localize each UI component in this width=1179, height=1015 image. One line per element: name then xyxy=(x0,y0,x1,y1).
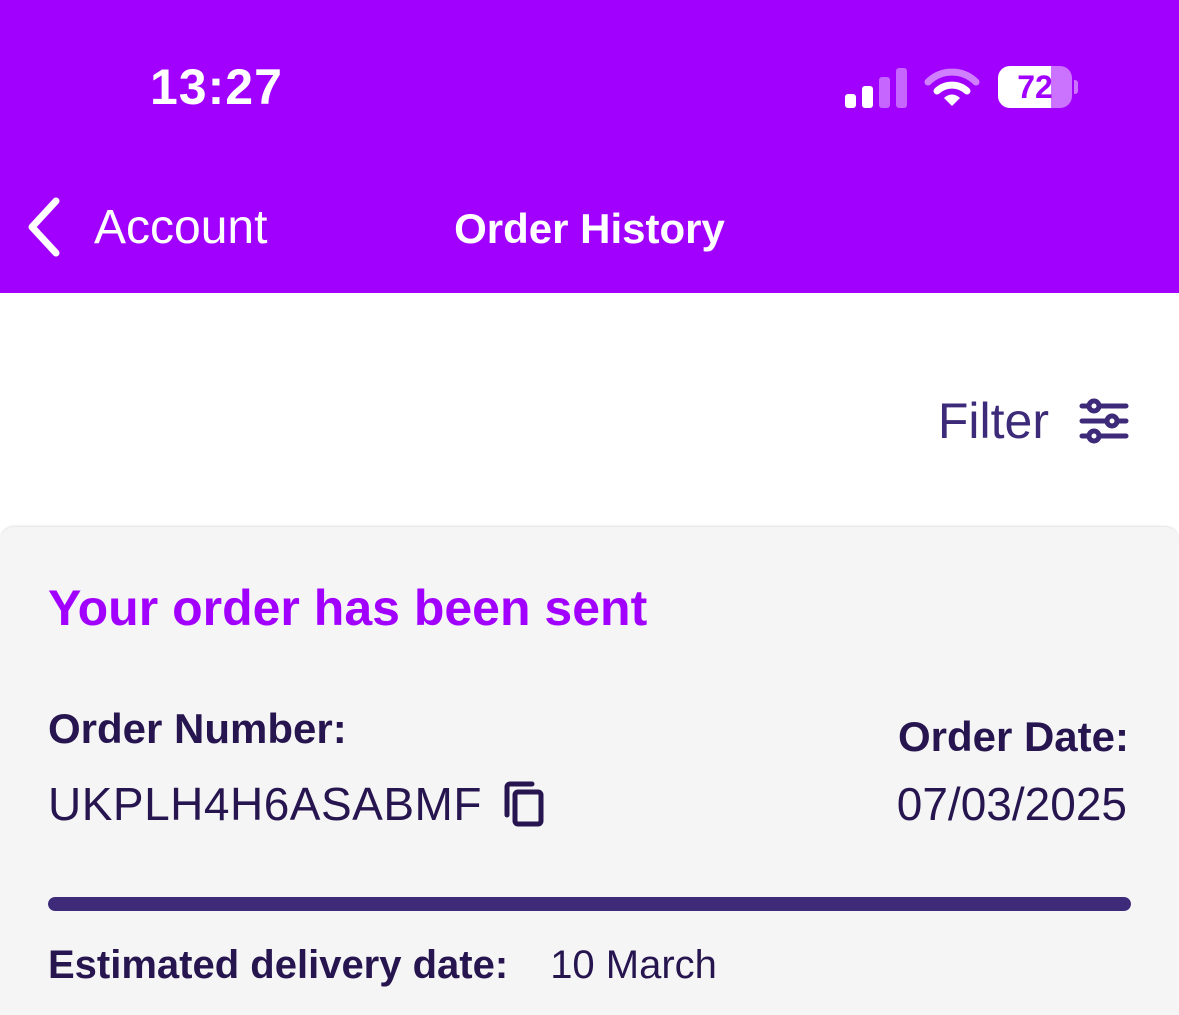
app-header: 13:27 72 Account Order History xyxy=(0,0,1179,293)
order-number-label: Order Number: xyxy=(48,705,347,752)
order-number-row: UKPLH4H6ASABMF xyxy=(48,777,546,831)
order-card[interactable]: Your order has been sent Order Number: U… xyxy=(0,527,1179,1015)
order-number-value: UKPLH4H6ASABMF xyxy=(48,778,482,830)
filter-button[interactable]: Filter xyxy=(938,392,1129,450)
copy-icon[interactable] xyxy=(502,779,546,829)
delivery-label: Estimated delivery date: xyxy=(48,943,509,987)
delivery-value: 10 March xyxy=(550,943,717,987)
battery-percent: 72 xyxy=(1017,69,1053,105)
status-bar-time: 13:27 xyxy=(150,59,283,115)
order-status: Your order has been sent xyxy=(48,580,648,636)
battery-icon: 72 xyxy=(998,66,1078,110)
wifi-icon xyxy=(924,68,980,106)
sliders-icon xyxy=(1079,398,1129,444)
order-progress-fill xyxy=(48,897,1131,911)
filter-label: Filter xyxy=(937,393,1049,449)
cellular-signal-icon xyxy=(845,68,907,108)
page-title: Order History xyxy=(454,205,725,252)
delivery-row: Estimated delivery date: 10 March xyxy=(48,943,717,988)
order-date-label: Order Date: xyxy=(897,713,1129,760)
order-history-screen: 13:27 72 Account Order History Filter Yo… xyxy=(0,0,1179,1015)
order-progress-bar xyxy=(48,897,1131,911)
order-date-value: 07/03/2025 xyxy=(896,778,1127,830)
